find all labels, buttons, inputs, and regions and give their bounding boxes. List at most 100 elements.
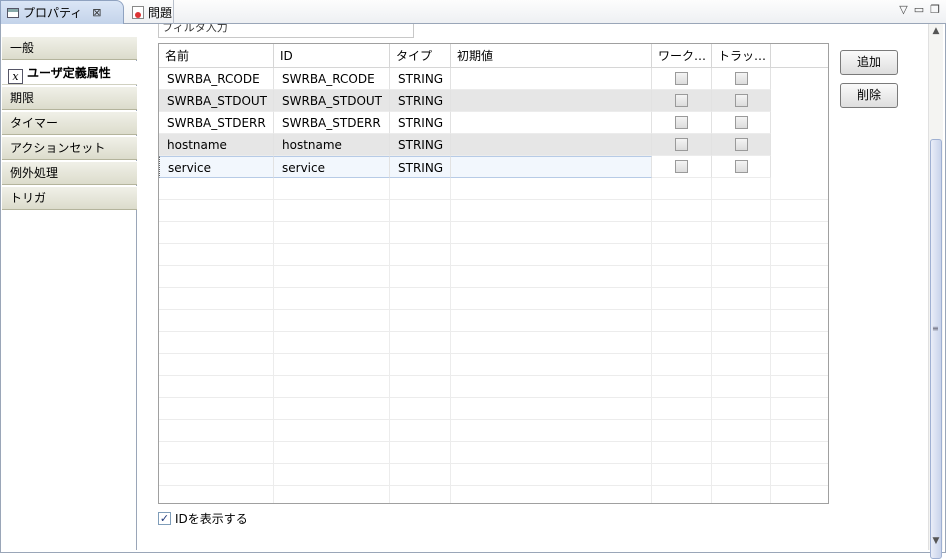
table-row[interactable]: hostname hostname STRING [159, 134, 828, 156]
filter-input[interactable]: フィルタ入力 [158, 24, 414, 38]
problems-icon [132, 5, 144, 19]
show-id-checkbox[interactable]: ✓ IDを表示する [158, 510, 248, 527]
column-header-type[interactable]: タイプ [390, 44, 451, 68]
section-exception[interactable]: 例外処理 [2, 161, 137, 185]
add-button[interactable]: 追加 [840, 50, 898, 75]
cell-type[interactable]: STRING [390, 134, 451, 156]
work-checkbox[interactable] [675, 94, 688, 107]
section-label: 期限 [10, 91, 35, 105]
work-checkbox[interactable] [675, 160, 688, 173]
minimize-icon[interactable]: ▭ [914, 3, 924, 16]
cell-id[interactable]: SWRBA_RCODE [274, 68, 390, 90]
table-row[interactable]: SWRBA_RCODE SWRBA_RCODE STRING [159, 68, 828, 90]
column-header-name[interactable]: 名前 [159, 44, 274, 68]
track-checkbox[interactable] [734, 116, 748, 129]
scroll-down-icon[interactable]: ▼ [929, 536, 943, 546]
view-tab-bar: プロパティ ⊠ 問題 ▽ ▭ ❐ [0, 0, 946, 24]
table-row-selected[interactable]: service service STRING [159, 156, 828, 178]
cell-initial[interactable] [451, 156, 652, 178]
section-general[interactable]: 一般 [2, 36, 137, 60]
cell-id[interactable]: SWRBA_STDERR [274, 112, 390, 134]
column-header-filler [771, 44, 828, 68]
tab-problems-label: 問題 [148, 5, 173, 20]
section-user-attributes[interactable]: x ユーザ定義属性 [2, 61, 137, 85]
attributes-table: 名前 ID タイプ 初期値 ワーク… トラッ… SWRBA_RCODE SWRB… [158, 43, 829, 504]
grid-line [159, 243, 828, 244]
checkmark-icon[interactable]: ✓ [158, 512, 171, 525]
delete-button[interactable]: 削除 [840, 83, 898, 108]
maximize-icon[interactable]: ❐ [930, 3, 940, 16]
column-header-id[interactable]: ID [274, 44, 390, 68]
section-label: 例外処理 [10, 166, 59, 180]
work-checkbox[interactable] [675, 138, 688, 151]
cell-name[interactable]: hostname [159, 134, 274, 156]
grid-line [159, 221, 828, 222]
scrollbar-thumb[interactable] [930, 139, 942, 559]
section-label: アクションセット [10, 141, 106, 155]
window-controls: ▽ ▭ ❐ [899, 3, 940, 16]
section-label: トリガ [10, 191, 47, 205]
column-header-track[interactable]: トラッ… [712, 44, 771, 68]
cell-id[interactable]: SWRBA_STDOUT [274, 90, 390, 112]
cell-id[interactable]: service [274, 156, 390, 178]
track-checkbox[interactable] [734, 72, 748, 85]
cell-work [652, 112, 712, 134]
vertical-scrollbar[interactable]: ▲ ≡ ▼ [928, 24, 943, 559]
grid-line [159, 199, 828, 200]
cell-track [712, 112, 771, 134]
cell-id[interactable]: hostname [274, 134, 390, 156]
work-checkbox[interactable] [675, 116, 688, 129]
cell-name[interactable]: SWRBA_STDOUT [159, 90, 274, 112]
cell-work [652, 90, 712, 112]
grid-line [159, 485, 828, 486]
section-trigger[interactable]: トリガ [2, 186, 137, 210]
section-label: 一般 [10, 41, 35, 55]
view-menu-icon[interactable]: ▽ [899, 3, 907, 16]
cell-track [712, 156, 771, 178]
tab-properties[interactable]: プロパティ ⊠ [0, 0, 124, 24]
cell-track [712, 134, 771, 156]
track-checkbox[interactable] [734, 160, 748, 173]
cell-initial[interactable] [451, 112, 652, 134]
close-icon[interactable]: ⊠ [92, 6, 101, 19]
section-action-set[interactable]: アクションセット [2, 136, 137, 160]
scroll-up-icon[interactable]: ▲ [929, 26, 943, 36]
grid-line [159, 265, 828, 266]
cell-initial[interactable] [451, 134, 652, 156]
cell-type[interactable]: STRING [390, 90, 451, 112]
cell-initial[interactable] [451, 68, 652, 90]
cell-work [652, 134, 712, 156]
variable-icon: x [8, 69, 23, 84]
section-deadline[interactable]: 期限 [2, 86, 137, 110]
cell-type[interactable]: STRING [390, 68, 451, 90]
grid-line [159, 441, 828, 442]
table-row[interactable]: SWRBA_STDOUT SWRBA_STDOUT STRING [159, 90, 828, 112]
track-checkbox[interactable] [734, 94, 748, 107]
cell-initial[interactable] [451, 90, 652, 112]
tab-problems[interactable]: 問題 [126, 0, 174, 24]
cell-name[interactable]: service [159, 156, 274, 178]
section-timer[interactable]: タイマー [2, 111, 137, 135]
column-header-work[interactable]: ワーク… [652, 44, 712, 68]
cell-track [712, 68, 771, 90]
grid-line [159, 287, 828, 288]
grid-line [159, 419, 828, 420]
work-checkbox[interactable] [675, 72, 688, 85]
cell-name[interactable]: SWRBA_RCODE [159, 68, 274, 90]
filter-placeholder: フィルタ入力 [162, 24, 228, 34]
tab-properties-label: プロパティ [23, 6, 83, 20]
column-header-initial[interactable]: 初期値 [451, 44, 652, 68]
grid-line [159, 463, 828, 464]
section-list: 一般 x ユーザ定義属性 期限 タイマー アクションセット 例外処理 トリガ [2, 36, 137, 550]
grip-icon: ≡ [932, 324, 939, 333]
cell-type[interactable]: STRING [390, 156, 451, 178]
properties-icon [7, 7, 19, 18]
cell-name[interactable]: SWRBA_STDERR [159, 112, 274, 134]
cell-type[interactable]: STRING [390, 112, 451, 134]
track-checkbox[interactable] [734, 138, 748, 151]
section-label: ユーザ定義属性 [27, 66, 111, 80]
table-row[interactable]: SWRBA_STDERR SWRBA_STDERR STRING [159, 112, 828, 134]
grid-line [159, 353, 828, 354]
show-id-label: IDを表示する [175, 512, 248, 526]
section-label: タイマー [10, 116, 59, 130]
